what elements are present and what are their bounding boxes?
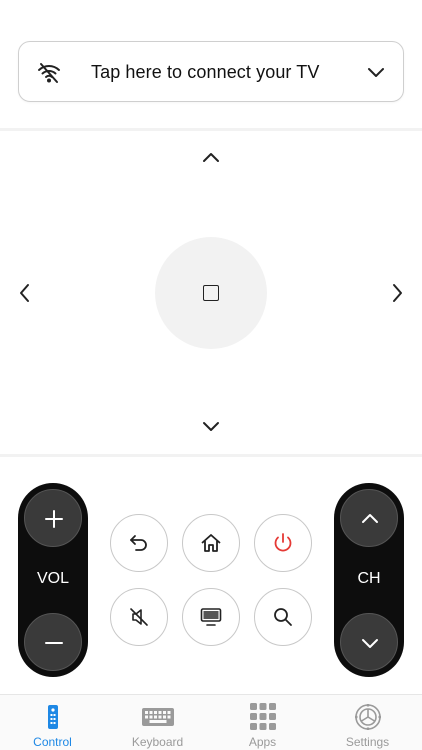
volume-rocker: VOL [18, 483, 88, 677]
home-icon [201, 534, 221, 552]
minus-icon [45, 642, 63, 644]
chevron-up-icon [362, 514, 378, 523]
dpad-down-button[interactable] [200, 416, 222, 438]
search-button[interactable] [254, 588, 312, 646]
back-icon [130, 535, 147, 551]
tab-bar: Control Keyboard Apps Settings [0, 694, 422, 750]
channel-down-button[interactable] [340, 613, 398, 671]
channel-rocker: CH [334, 483, 404, 677]
tab-settings[interactable]: Settings [315, 695, 420, 750]
gear-icon [355, 704, 381, 730]
tab-settings-label: Settings [345, 735, 390, 749]
channel-up-button[interactable] [340, 489, 398, 547]
wifi-off-icon [38, 63, 60, 83]
power-button[interactable] [254, 514, 312, 572]
channel-label: CH [357, 570, 381, 587]
tab-keyboard[interactable]: Keyboard [105, 695, 210, 750]
input-button[interactable] [182, 588, 240, 646]
volume-label: VOL [36, 570, 69, 587]
connect-tv-label: Tap here to connect your TV [91, 62, 320, 82]
keyboard-icon [142, 708, 174, 726]
power-icon [274, 533, 292, 552]
chevron-down-icon [368, 68, 384, 77]
dpad-left-button[interactable] [14, 282, 36, 304]
back-button[interactable] [110, 514, 168, 572]
remote-icon [48, 705, 58, 729]
tab-control-label: Control [33, 735, 72, 749]
tab-apps[interactable]: Apps [210, 695, 315, 750]
tab-apps-label: Apps [248, 735, 277, 749]
chevron-down-icon [362, 639, 378, 648]
tab-control[interactable]: Control [0, 695, 105, 750]
volume-up-button[interactable] [24, 489, 82, 547]
volume-down-button[interactable] [24, 613, 82, 671]
apps-grid-icon [250, 703, 276, 730]
home-button[interactable] [182, 514, 240, 572]
dpad-right-button[interactable] [386, 282, 408, 304]
square-icon [203, 285, 219, 301]
tv-icon [200, 608, 222, 626]
divider-bottom [0, 454, 422, 457]
dpad-up-button[interactable] [200, 146, 222, 168]
mute-icon [130, 608, 148, 626]
plus-icon [45, 510, 63, 528]
search-icon [274, 608, 292, 626]
tab-keyboard-label: Keyboard [131, 735, 184, 749]
connect-tv-bar[interactable]: Tap here to connect your TV [18, 41, 404, 102]
mute-button[interactable] [110, 588, 168, 646]
